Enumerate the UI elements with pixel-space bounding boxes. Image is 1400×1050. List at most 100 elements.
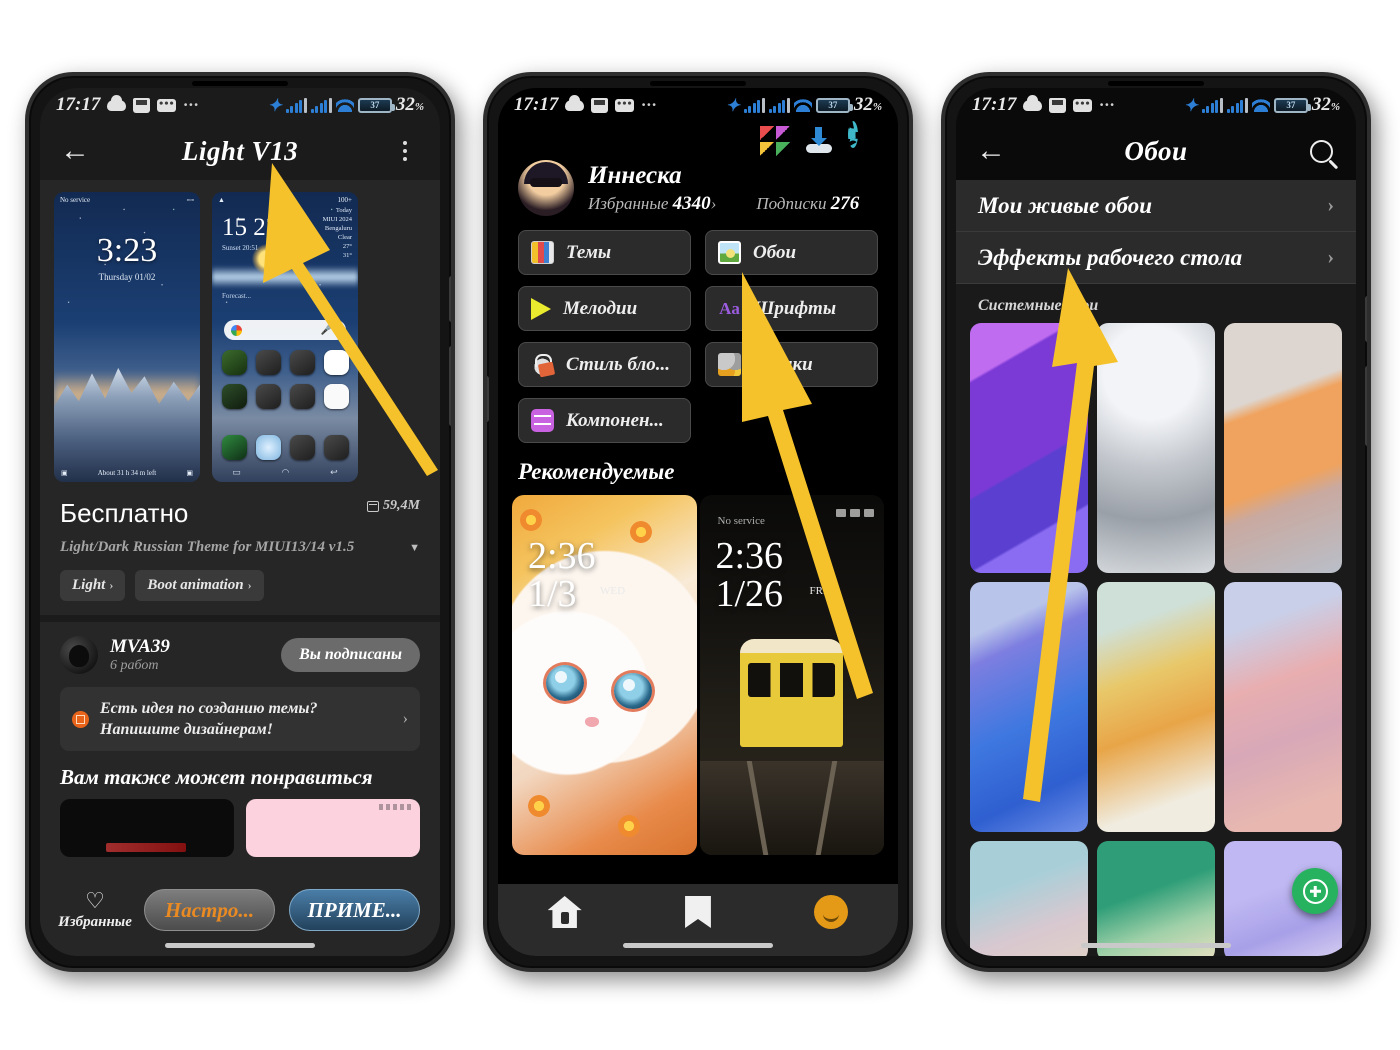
- screenshot-stage: 17:17 ••• ··· ✦ 37 32% ← Light V13 No se…: [0, 0, 1400, 1050]
- wallpaper-thumb[interactable]: [1097, 841, 1215, 956]
- card-day-of-week: WED: [600, 585, 626, 597]
- profile-avatar-icon[interactable]: [814, 895, 849, 929]
- subscribe-button[interactable]: Вы подписаны: [281, 638, 420, 672]
- menu-item-lockscreen-style[interactable]: Стиль бло...: [518, 342, 691, 387]
- phone-1-appbar: ← Light V13: [40, 122, 440, 180]
- preview2-navbar: ▭ ◠ ↩: [232, 467, 338, 477]
- phone-3-volume-button[interactable]: [1365, 366, 1367, 446]
- chevron-right-icon: ›: [402, 710, 408, 727]
- wallpaper-thumb[interactable]: [1097, 323, 1215, 573]
- wallpaper-icon: [718, 241, 741, 264]
- home-icon[interactable]: [547, 896, 582, 928]
- menu-item-wallpapers[interactable]: Обои: [705, 230, 878, 275]
- chip-boot-animation[interactable]: Boot animation ›: [135, 570, 264, 601]
- menu-item-ringtones[interactable]: Мелодии: [518, 286, 691, 331]
- chevron-down-icon[interactable]: ▼: [409, 542, 420, 554]
- phone-2-top-icons: [498, 121, 898, 156]
- price-label: Бесплатно: [60, 498, 189, 528]
- idea-icon: [72, 710, 89, 728]
- recommended-list: 2:36 1/3 WED No service 2:36 1/26 FRI: [498, 485, 898, 855]
- lockscreen-style-icon: [531, 353, 554, 376]
- ringtone-icon: [531, 297, 551, 320]
- size-label: 59,4M: [367, 498, 420, 514]
- home-indicator: [165, 943, 315, 948]
- cloud-icon: [1023, 94, 1043, 111]
- cloud-icon: [107, 94, 127, 111]
- row-desktop-effects[interactable]: Эффекты рабочего стола ›: [956, 232, 1356, 284]
- wallpaper-thumb[interactable]: [1097, 582, 1215, 832]
- menu-item-icons[interactable]: Значки: [705, 342, 878, 387]
- theme-preview-gallery[interactable]: No service ▫▫▫ 3:23 Thursday 01/02 ▣ About…: [40, 180, 440, 482]
- wallpaper-thumb[interactable]: [970, 841, 1088, 956]
- wallpaper-thumb[interactable]: [1224, 582, 1342, 832]
- chip-light[interactable]: Light ›: [60, 570, 126, 601]
- chevron-right-icon: ›: [1327, 246, 1334, 268]
- author-row[interactable]: MVA39 6 работ Вы подписаны: [40, 622, 440, 674]
- volume-button[interactable]: [449, 346, 451, 426]
- signal-bars-2-icon: [310, 97, 332, 113]
- phone-3-screen: 17:17 ••• ··· ✦ 37 32% ← Обои Мои живые …: [956, 88, 1356, 956]
- page-title: Обои: [1124, 135, 1188, 166]
- subscriptions-stat[interactable]: Подписки 276: [756, 193, 859, 215]
- theme-preview-lockscreen[interactable]: No service ▫▫▫ 3:23 Thursday 01/02 ▣ About…: [54, 192, 200, 482]
- also-like-item-2[interactable]: [246, 799, 420, 857]
- signal-bars-2-icon: [1226, 97, 1248, 113]
- phone-2-screen: 17:17 ••• ··· ✦ 37 32% Иннеска Избранные…: [498, 88, 898, 956]
- wifi-icon: [1251, 98, 1270, 112]
- sd-card-icon: [133, 97, 151, 113]
- battery-percent: 32%: [1311, 94, 1340, 115]
- gear-icon[interactable]: [848, 121, 878, 156]
- also-like-item-1[interactable]: [60, 799, 234, 857]
- message-icon: •••: [1073, 95, 1093, 112]
- recommended-card-cat[interactable]: 2:36 1/3 WED: [512, 495, 697, 855]
- favorites-button[interactable]: ♡ Избранные: [58, 889, 132, 931]
- preview-clock: 3:23: [96, 232, 158, 269]
- back-button[interactable]: ←: [58, 134, 92, 168]
- also-like-title: Вам также может понравиться: [60, 765, 373, 789]
- avatar[interactable]: [518, 160, 574, 216]
- menu-item-components[interactable]: Компонен...: [518, 398, 691, 443]
- wallpaper-thumb[interactable]: [970, 323, 1088, 573]
- preview2-search-bar: 🎤 ⌕: [224, 320, 346, 340]
- power-button[interactable]: [449, 276, 451, 322]
- kebab-menu-icon[interactable]: [388, 134, 422, 168]
- card-date: 1/3: [528, 573, 577, 615]
- recommended-card-train[interactable]: No service 2:36 1/26 FRI: [699, 495, 884, 855]
- search-icon[interactable]: [1304, 134, 1338, 168]
- preview-date: Thursday 01/02: [98, 272, 156, 282]
- apply-button[interactable]: ПРИМЕ...: [289, 889, 420, 931]
- bluetooth-icon: ✦: [267, 95, 282, 115]
- add-circle-icon[interactable]: [1292, 868, 1338, 914]
- themes-icon: [531, 241, 554, 264]
- battery-inner-label: 37: [370, 100, 380, 110]
- wallpaper-thumb[interactable]: [970, 582, 1088, 832]
- app-icons-icon: [718, 353, 741, 376]
- phone-2-side-button[interactable]: [487, 376, 489, 422]
- status-bar: 17:17 ••• ··· ✦ 37 32%: [40, 88, 440, 122]
- favorites-stat[interactable]: Избранные 4340›: [588, 193, 716, 215]
- preview2-dock: [220, 435, 350, 460]
- phone-1-theme-detail: 17:17 ••• ··· ✦ 37 32% ← Light V13 No se…: [25, 72, 455, 972]
- theme-info-section: Бесплатно 59,4M Light/Dark Russian Theme…: [40, 482, 440, 615]
- status-bar: 17:17 ••• ··· ✦ 37 32%: [498, 88, 898, 122]
- wallpaper-thumb[interactable]: [1224, 323, 1342, 573]
- designer-idea-banner[interactable]: Есть идея по созданию темы? Напишите диза…: [60, 687, 420, 751]
- back-button[interactable]: ←: [974, 134, 1008, 168]
- phone-3-power-button[interactable]: [1365, 296, 1367, 342]
- theme-preview-homescreen[interactable]: ▲ 100+ 15 23 Sunset 20:51 Today MIUI 2024 B…: [212, 192, 358, 482]
- download-icon[interactable]: [804, 126, 834, 156]
- gift-blocks-icon[interactable]: [760, 126, 790, 156]
- customize-button[interactable]: Настро...: [144, 889, 275, 931]
- message-icon: •••: [615, 95, 635, 112]
- wallpaper-grid: [956, 323, 1356, 956]
- phone-1-screen: 17:17 ••• ··· ✦ 37 32% ← Light V13 No se…: [40, 88, 440, 956]
- font-icon: Aa: [719, 299, 740, 318]
- menu-item-fonts[interactable]: Aa Шрифты: [705, 286, 878, 331]
- phone-3-appbar: ← Обои: [956, 122, 1356, 180]
- row-my-live-wallpapers[interactable]: Мои живые обои ›: [956, 180, 1356, 232]
- profile-row[interactable]: Иннеска Избранные 4340› Подписки 276: [498, 156, 898, 216]
- status-time: 17:17: [514, 94, 559, 115]
- wifi-icon: [335, 98, 354, 112]
- menu-item-themes[interactable]: Темы: [518, 230, 691, 275]
- bookmark-icon[interactable]: [685, 896, 711, 928]
